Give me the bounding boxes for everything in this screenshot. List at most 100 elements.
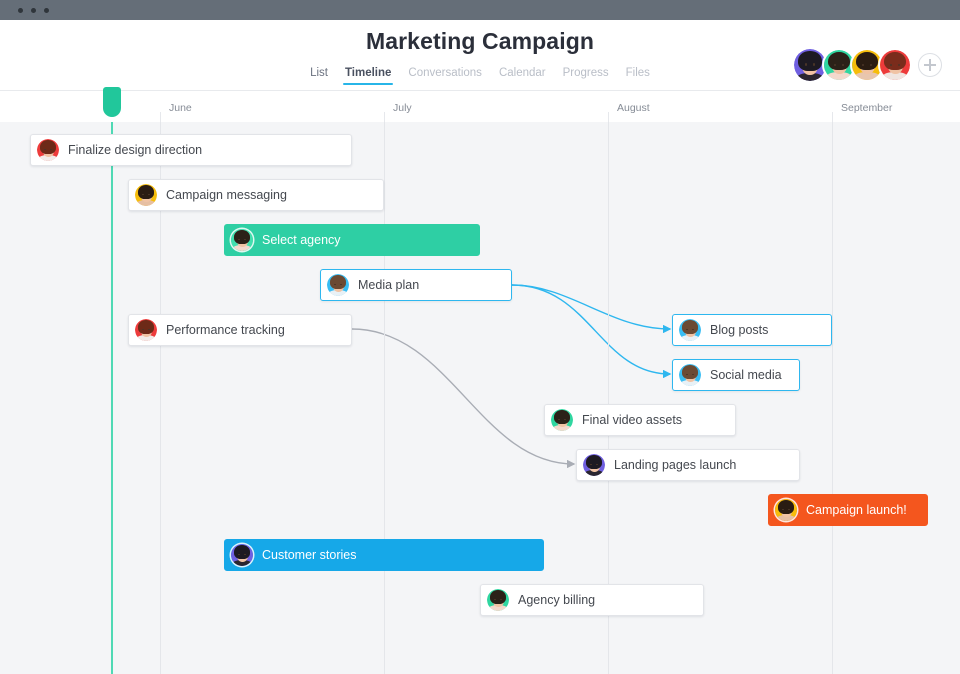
task-assignee-avatar[interactable] [37, 139, 59, 161]
avatar-eyes [334, 283, 342, 286]
avatar-face [852, 50, 882, 80]
avatar-hair [682, 320, 698, 334]
avatar-hair [40, 140, 56, 154]
tab-calendar[interactable]: Calendar [499, 67, 546, 85]
tab-conversations[interactable]: Conversations [408, 67, 482, 85]
avatar-face [37, 139, 59, 161]
tab-list[interactable]: List [310, 67, 328, 85]
task-assignee-avatar[interactable] [775, 499, 797, 521]
tab-files[interactable]: Files [626, 67, 650, 85]
member-avatar-4[interactable] [880, 50, 910, 80]
avatar-eyes [890, 63, 901, 66]
task-bar-blog-posts[interactable]: Blog posts [672, 314, 832, 346]
avatar-face [135, 319, 157, 341]
tab-timeline[interactable]: Timeline [342, 67, 394, 85]
task-assignee-avatar[interactable] [231, 544, 253, 566]
task-label: Campaign messaging [166, 188, 287, 202]
avatar-face [679, 319, 701, 341]
timeline-gridline [384, 122, 385, 674]
avatar-eyes [686, 328, 694, 331]
month-label-june: June [169, 102, 192, 114]
avatar-eyes [142, 193, 150, 196]
task-label: Social media [710, 368, 782, 382]
avatar-face [583, 454, 605, 476]
timeline-month-header: June July August September [0, 87, 960, 123]
avatar-face [327, 274, 349, 296]
avatar-face [824, 50, 854, 80]
avatar-face [231, 229, 253, 251]
avatar-hair [234, 545, 250, 559]
avatar-eyes [238, 238, 246, 241]
window-titlebar [0, 0, 960, 20]
avatar-eyes [558, 418, 566, 421]
timeline-canvas[interactable]: Finalize design direction Campaign messag… [0, 122, 960, 674]
month-tick [384, 112, 385, 122]
window-controls[interactable] [18, 0, 49, 20]
timeline-app: Marketing Campaign List Timeline Conversat… [0, 0, 960, 674]
window-maximize-dot[interactable] [44, 7, 49, 13]
task-bar-agency-billing[interactable]: Agency billing [480, 584, 704, 616]
avatar-hair [778, 500, 794, 514]
avatar-face [487, 589, 509, 611]
dependency-performance-tracking-to-landing-pages [351, 328, 576, 469]
task-assignee-avatar[interactable] [327, 274, 349, 296]
avatar-hair [554, 410, 570, 424]
avatar-hair [330, 275, 346, 289]
dependency-media-plan-to-blog-posts [511, 284, 672, 334]
today-marker-pin[interactable] [103, 87, 121, 117]
member-avatar-2[interactable] [824, 50, 854, 80]
task-bar-social-media[interactable]: Social media [672, 359, 800, 391]
task-bar-landing-pages-launch[interactable]: Landing pages launch [576, 449, 800, 481]
task-label: Select agency [262, 233, 341, 247]
avatar-hair [234, 230, 250, 244]
task-assignee-avatar[interactable] [231, 229, 253, 251]
task-assignee-avatar[interactable] [583, 454, 605, 476]
dependency-media-plan-to-social-media [511, 284, 672, 379]
avatar-hair [682, 365, 698, 379]
avatar-face [775, 499, 797, 521]
member-avatar-3[interactable] [852, 50, 882, 80]
avatar-hair [828, 51, 850, 71]
task-bar-campaign-messaging[interactable]: Campaign messaging [128, 179, 384, 211]
avatar-hair [856, 51, 878, 71]
avatar-face [880, 50, 910, 80]
task-bar-finalize-design-direction[interactable]: Finalize design direction [30, 134, 352, 166]
task-assignee-avatar[interactable] [679, 364, 701, 386]
task-assignee-avatar[interactable] [135, 319, 157, 341]
window-close-dot[interactable] [18, 7, 23, 13]
task-assignee-avatar[interactable] [679, 319, 701, 341]
task-assignee-avatar[interactable] [487, 589, 509, 611]
add-member-button[interactable] [918, 53, 942, 77]
month-tick [832, 112, 833, 122]
avatar-face [551, 409, 573, 431]
task-label: Campaign launch! [806, 503, 907, 517]
task-assignee-avatar[interactable] [551, 409, 573, 431]
task-bar-media-plan[interactable]: Media plan [320, 269, 512, 301]
avatar-eyes [686, 373, 694, 376]
avatar-face [231, 544, 253, 566]
task-bar-customer-stories[interactable]: Customer stories [224, 539, 544, 571]
task-label: Blog posts [710, 323, 769, 337]
task-label: Customer stories [262, 548, 357, 562]
task-bar-select-agency[interactable]: Select agency [224, 224, 480, 256]
avatar-eyes [494, 598, 502, 601]
avatar-hair [490, 590, 506, 604]
today-marker-line [111, 122, 113, 674]
avatar-hair [138, 185, 154, 199]
avatar-eyes [590, 463, 598, 466]
avatar-face [794, 49, 826, 81]
member-avatar-1[interactable] [794, 49, 826, 81]
tab-progress[interactable]: Progress [563, 67, 609, 85]
avatar-eyes [44, 148, 52, 151]
month-tick [608, 112, 609, 122]
task-assignee-avatar[interactable] [135, 184, 157, 206]
task-bar-campaign-launch[interactable]: Campaign launch! [768, 494, 928, 526]
project-header: Marketing Campaign List Timeline Conversat… [0, 20, 960, 91]
window-minimize-dot[interactable] [31, 7, 36, 13]
avatar-eyes [834, 63, 845, 66]
task-bar-final-video-assets[interactable]: Final video assets [544, 404, 736, 436]
task-label: Landing pages launch [614, 458, 737, 472]
avatar-eyes [804, 63, 816, 66]
task-bar-performance-tracking[interactable]: Performance tracking [128, 314, 352, 346]
avatar-eyes [238, 553, 246, 556]
